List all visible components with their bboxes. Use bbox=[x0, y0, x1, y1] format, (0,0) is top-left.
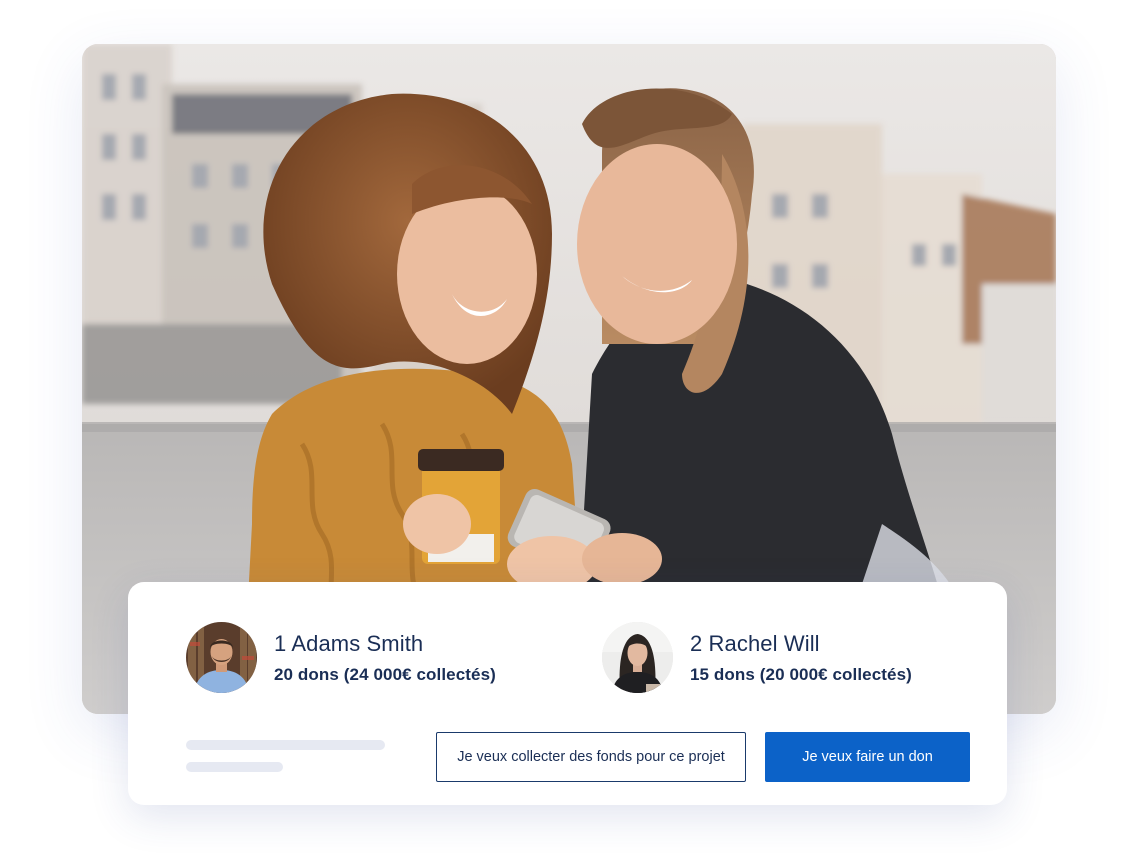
donor-name: 1 Adams Smith bbox=[274, 630, 424, 656]
top-donor-1: 1 Adams Smith 20 dons (24 000€ collectés… bbox=[186, 622, 496, 693]
donor-name: 2 Rachel Will bbox=[690, 630, 820, 656]
avatar-man-icon bbox=[186, 622, 257, 693]
avatar-woman-icon bbox=[602, 622, 673, 693]
avatar bbox=[602, 622, 673, 693]
donate-button[interactable]: Je veux faire un don bbox=[765, 732, 970, 782]
page: 1 Adams Smith 20 dons (24 000€ collectés… bbox=[0, 0, 1126, 856]
project-card: 1 Adams Smith 20 dons (24 000€ collectés… bbox=[128, 582, 1007, 805]
donor-stats: 15 dons (20 000€ collectés) bbox=[690, 664, 912, 684]
top-donor-2: 2 Rachel Will 15 dons (20 000€ collectés… bbox=[602, 622, 912, 693]
donor-info: 2 Rachel Will 15 dons (20 000€ collectés… bbox=[690, 631, 912, 685]
avatar bbox=[186, 622, 257, 693]
donor-stats: 20 dons (24 000€ collectés) bbox=[274, 664, 496, 684]
donor-info: 1 Adams Smith 20 dons (24 000€ collectés… bbox=[274, 631, 496, 685]
skeleton-line bbox=[186, 740, 385, 750]
collect-funds-button[interactable]: Je veux collecter des fonds pour ce proj… bbox=[436, 732, 746, 782]
skeleton-line bbox=[186, 762, 283, 772]
